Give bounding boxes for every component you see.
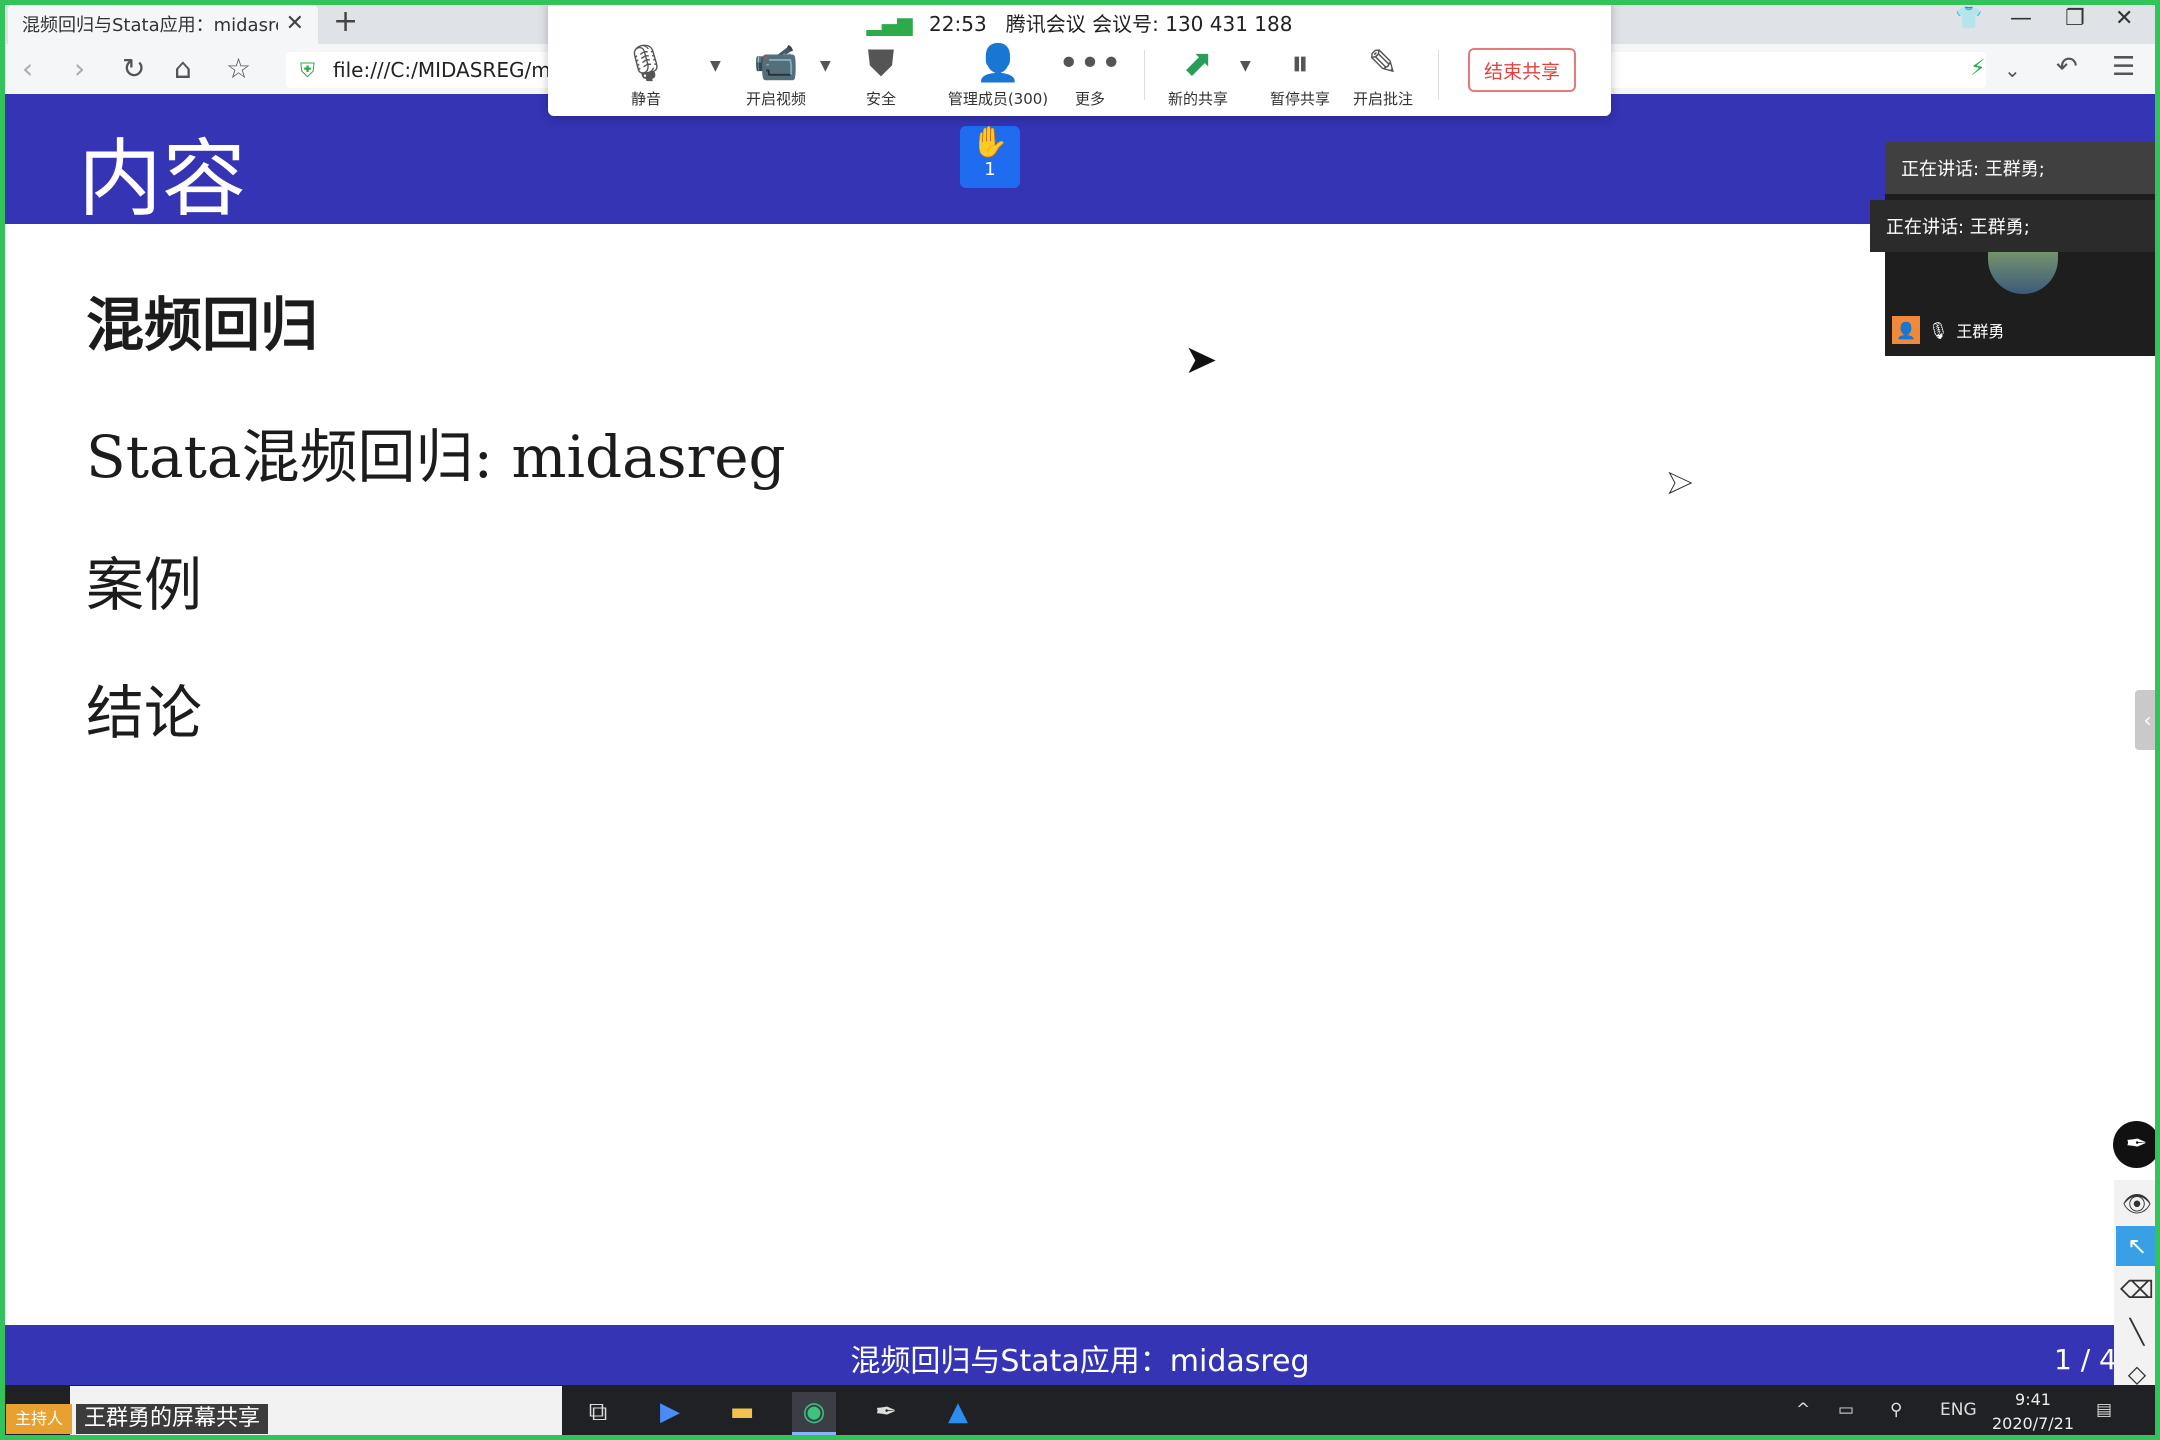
tab-title: 混频回归与Stata应用：midasreg [22,14,278,36]
mute-button[interactable]: 🎙 静音 [591,40,701,109]
notification-icon[interactable]: ▤ [2096,1400,2112,1420]
slide-footer-text: 混频回归与Stata应用：midasreg [850,1344,1310,1379]
battery-icon[interactable]: ▭ [1838,1400,1854,1420]
mouse-cursor-icon: ➤ [1184,337,1218,383]
browser-tab[interactable]: 混频回归与Stata应用：midasreg ✕ [8,3,318,44]
meeting-toolbar: ▂▄▆ 22:53 腾讯会议 会议号: 130 431 188 🎙 静音 ▼ 📹… [548,0,1611,116]
file-explorer-icon[interactable]: ▬ [720,1392,764,1432]
tray-chevron-icon[interactable]: ^ [1796,1400,1810,1420]
video-off-icon: 📹 [753,43,799,84]
system-clock[interactable]: 9:41 2020/7/21 [1988,1388,2078,1436]
slide-page-number: 1 / 4 [2054,1343,2117,1376]
lightning-icon[interactable]: ⚡ [1970,56,1985,81]
undo-icon[interactable]: ↶ [2056,52,2078,82]
raised-hands-count: 1 [984,159,996,180]
close-tab-icon[interactable]: ✕ [286,11,304,36]
more-icon: ••• [1058,43,1122,84]
speaker-tooltip: 正在讲话: 王群勇; [1870,200,2160,252]
home-icon[interactable]: ⌂ [174,52,192,85]
mute-options-caret[interactable]: ▼ [710,58,721,74]
remote-cursor-icon: ➤ [1666,463,1694,502]
pause-share-label: 暂停共享 [1269,90,1330,108]
restore-button[interactable]: ❐ [2065,6,2085,31]
speaker-indicator: 正在讲话: 王群勇; [1885,142,2160,194]
meeting-id-label: 会议号: [1092,12,1159,36]
host-badge: 主持人 [6,1404,72,1434]
slide-item-4: 结论 [86,679,203,747]
task-view-icon[interactable]: ⧉ [576,1392,620,1432]
url-text: file:///C:/MIDASREG/mid [333,58,569,82]
meeting-status: ▂▄▆ 22:53 腾讯会议 会议号: 130 431 188 [548,8,1611,37]
new-tab-button[interactable]: + [333,4,358,39]
minimize-button[interactable]: — [2010,6,2032,31]
secure-shield-icon: ⛨ [300,58,315,82]
new-share-button[interactable]: ⬈ 新的共享 [1143,40,1253,109]
pen-app-icon[interactable]: ✒ [864,1392,908,1432]
pen-tool-icon[interactable]: ✒ [2113,1121,2160,1168]
security-label: 安全 [865,90,896,108]
new-share-icon: ⬈ [1182,43,1214,84]
reload-icon[interactable]: ↻ [122,52,145,85]
shield-icon: ⛊ [867,43,895,84]
video-label: 开启视频 [745,90,806,108]
annotate-button[interactable]: ✎ 开启批注 [1328,40,1438,109]
shirt-icon[interactable]: 👕 [1955,6,1982,31]
clock-time: 9:41 [2015,1390,2051,1409]
new-share-label: 新的共享 [1167,90,1228,108]
chevron-down-icon[interactable]: ⌄ [2004,58,2021,82]
collapse-panel-button[interactable]: ‹ [2135,690,2160,750]
language-indicator[interactable]: ENG [1940,1400,1977,1420]
back-icon[interactable]: ‹ [22,52,33,85]
more-label: 更多 [1074,90,1105,108]
meeting-id: 130 431 188 [1165,12,1293,36]
participant-name: 王群勇 [1956,322,2005,341]
mute-label: 静音 [630,90,661,108]
forward-icon[interactable]: › [74,52,85,85]
meeting-app-icon[interactable]: ▲ [936,1392,980,1432]
participant-label: 👤 🎙 王群勇 [1892,316,2004,344]
signal-icon: ▂▄▆ [866,12,913,36]
toolbar-divider [1438,50,1439,100]
members-label: 管理成员(300) [947,90,1049,108]
annotate-label: 开启批注 [1352,90,1413,108]
end-share-button[interactable]: 结束共享 [1468,48,1576,92]
security-button[interactable]: ⛊ 安全 [826,40,936,109]
video-button[interactable]: 📹 开启视频 [721,40,831,109]
meeting-time: 22:53 [929,12,987,36]
clock-date: 2020/7/21 [1991,1414,2075,1433]
raised-hands-button[interactable]: ✋ 1 [960,126,1020,188]
star-icon[interactable]: ☆ [226,52,251,85]
slide-item-1: 混频回归 [86,291,319,359]
network-icon[interactable]: ⚲ [1890,1400,1902,1420]
slide-item-2: Stata混频回归: midasreg [86,423,786,491]
microphone-icon: 🎙 [1928,320,1949,340]
eye-icon[interactable]: 👁 [2116,1184,2158,1224]
zoom-app-icon[interactable]: ▶ [648,1392,692,1432]
annotate-icon: ✎ [1367,43,1399,84]
microphone-icon: 🎙 [623,43,669,84]
browser-app-icon[interactable]: ◉ [792,1392,836,1435]
hand-icon: ✋ [971,125,1009,160]
slide-title: 内容 [78,130,247,228]
more-button[interactable]: ••• 更多 [1035,40,1145,109]
slide-item-3: 案例 [86,551,203,619]
meeting-app-name: 腾讯会议 [1005,12,1086,36]
host-screen-share-label: 王群勇的屏幕共享 [76,1404,269,1434]
pointer-icon[interactable]: ↖ [2116,1226,2158,1266]
pen-icon[interactable]: ╲ [2116,1312,2158,1352]
eraser-icon[interactable]: ⌫ [2116,1270,2158,1310]
menu-icon[interactable]: ☰ [2112,52,2135,82]
close-window-button[interactable]: ✕ [2115,6,2133,31]
user-avatar-icon: 👤 [1892,316,1920,344]
